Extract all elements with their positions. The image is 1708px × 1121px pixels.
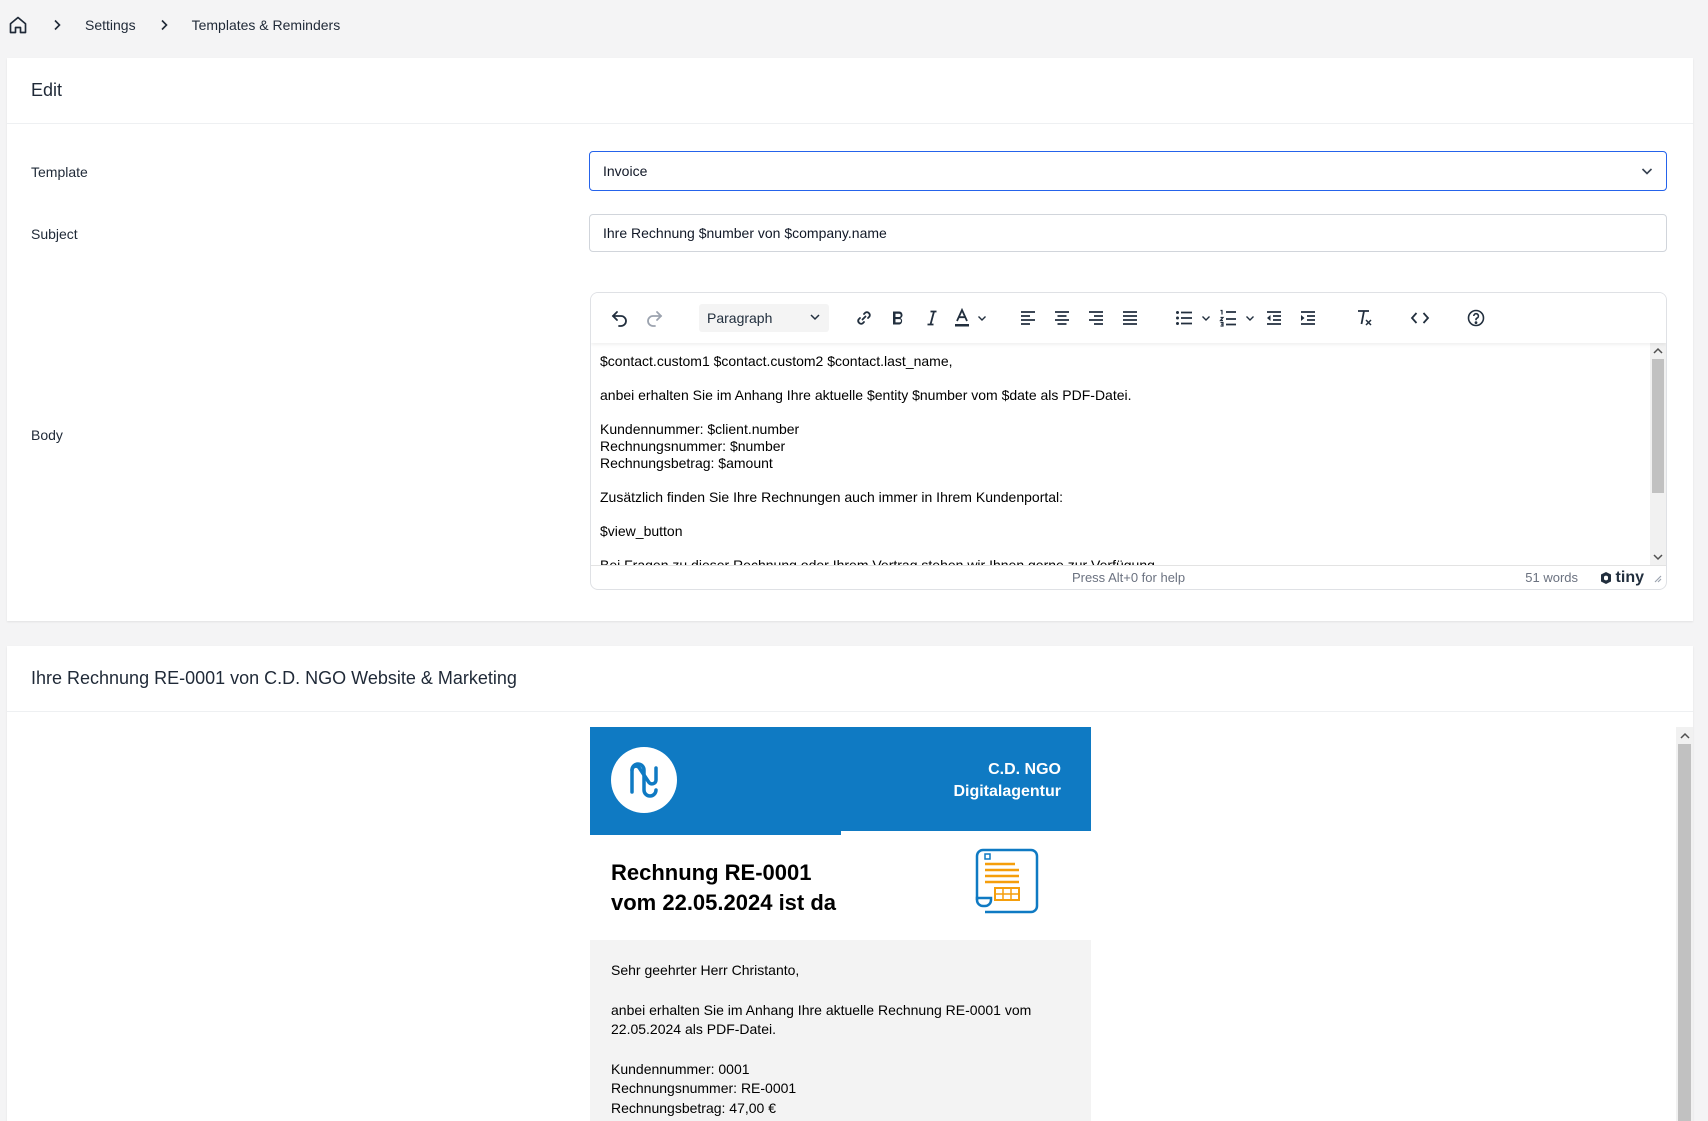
- template-label: Template: [31, 164, 88, 180]
- chevron-down-icon[interactable]: [1199, 313, 1213, 323]
- subject-input-value: Ihre Rechnung $number von $company.name: [603, 225, 887, 241]
- editor-line-amount: Rechnungsbetrag: $amount: [600, 455, 773, 471]
- link-icon[interactable]: [847, 301, 881, 335]
- justify-icon[interactable]: [1113, 301, 1147, 335]
- tiny-brand-text: tiny: [1615, 568, 1644, 586]
- email-heading: Rechnung RE-0001 vom 22.05.2024 ist da: [611, 858, 836, 918]
- email-company-name: C.D. NGO Digitalagentur: [953, 759, 1061, 803]
- bold-icon[interactable]: [881, 301, 915, 335]
- breadcrumb-templates-reminders[interactable]: Templates & Reminders: [192, 17, 341, 33]
- company-logo: [611, 747, 677, 813]
- email-salutation: Sehr geehrter Herr Christanto,: [611, 962, 800, 978]
- subject-label: Subject: [31, 226, 78, 242]
- editor-line-greeting: $contact.custom1 $contact.custom2 $conta…: [600, 353, 953, 369]
- email-heading-line1: Rechnung RE-0001: [611, 860, 812, 885]
- email-body: Sehr geehrter Herr Christanto, anbei erh…: [590, 940, 1091, 1121]
- preview-card: Ihre Rechnung RE-0001 von C.D. NGO Websi…: [7, 646, 1693, 1121]
- email-preview: C.D. NGO Digitalagentur Rechnung RE-0001…: [590, 727, 1091, 1121]
- word-count[interactable]: 51 words: [1525, 570, 1578, 585]
- align-center-icon[interactable]: [1045, 301, 1079, 335]
- email-header: C.D. NGO Digitalagentur: [590, 727, 1091, 835]
- edit-card: Edit Template Invoice Subject Ihre Rechn…: [7, 58, 1693, 621]
- resize-handle-icon[interactable]: [1652, 571, 1662, 586]
- text-color-icon[interactable]: [949, 301, 975, 335]
- email-client-number: Kundennummer: 0001: [611, 1060, 750, 1077]
- editor-line-portal: Zusätzlich finden Sie Ihre Rechnungen au…: [600, 489, 1064, 505]
- scroll-down-icon[interactable]: [1650, 549, 1666, 565]
- bullet-list-icon[interactable]: [1169, 301, 1199, 335]
- block-format-value: Paragraph: [707, 310, 773, 326]
- text-color-split-button[interactable]: [949, 301, 989, 335]
- editor-line-invoice-number: Rechnungsnummer: $number: [600, 438, 786, 454]
- undo-icon[interactable]: [603, 301, 637, 335]
- editor-content[interactable]: $contact.custom1 $contact.custom2 $conta…: [591, 343, 1650, 565]
- editor-line-questions: Bei Fragen zu dieser Rechnung oder Ihrem…: [600, 557, 1159, 565]
- scrollbar-thumb[interactable]: [1652, 359, 1664, 493]
- email-company-line2: Digitalagentur: [953, 783, 1061, 800]
- home-icon[interactable]: [7, 14, 29, 36]
- email-title-block: Rechnung RE-0001 vom 22.05.2024 ist da: [590, 835, 1091, 940]
- scroll-up-icon[interactable]: [1676, 727, 1693, 744]
- outdent-icon[interactable]: [1257, 301, 1291, 335]
- preview-card-title: Ihre Rechnung RE-0001 von C.D. NGO Websi…: [7, 646, 1693, 712]
- align-left-icon[interactable]: [1011, 301, 1045, 335]
- body-rich-text-editor: Paragraph $contact.custom1 $contact.cust…: [590, 292, 1667, 590]
- preview-scrollbar[interactable]: [1676, 727, 1693, 1121]
- indent-icon[interactable]: [1291, 301, 1325, 335]
- email-invoice-number: Rechnungsnummer: RE-0001: [611, 1080, 797, 1096]
- invoice-document-icon: [969, 844, 1047, 923]
- breadcrumb: Settings Templates & Reminders: [0, 0, 340, 50]
- chevron-down-icon[interactable]: [1243, 313, 1257, 323]
- numbered-list-icon[interactable]: [1213, 301, 1243, 335]
- chevron-down-icon: [809, 310, 821, 326]
- italic-icon[interactable]: [915, 301, 949, 335]
- subject-input[interactable]: Ihre Rechnung $number von $company.name: [589, 214, 1667, 252]
- redo-icon[interactable]: [637, 301, 671, 335]
- source-code-icon[interactable]: [1403, 301, 1437, 335]
- email-amount: Rechnungsbetrag: 47,00 €: [611, 1099, 777, 1116]
- template-select-value: Invoice: [603, 163, 648, 179]
- email-heading-line2: vom 22.05.2024 ist da: [611, 890, 837, 915]
- editor-line-view-button: $view_button: [600, 523, 683, 539]
- tiny-brand-link[interactable]: tiny: [1598, 569, 1644, 587]
- editor-statusbar: Press Alt+0 for help 51 words tiny: [591, 565, 1666, 589]
- clear-format-icon[interactable]: [1347, 301, 1381, 335]
- editor-toolbar: Paragraph: [591, 293, 1666, 343]
- tiny-logo-icon: [1600, 571, 1611, 584]
- numbered-list-split-button[interactable]: [1213, 301, 1257, 335]
- editor-line-intro: anbei erhalten Sie im Anhang Ihre aktuel…: [600, 387, 1132, 403]
- help-icon[interactable]: [1459, 301, 1493, 335]
- chevron-right-icon: [156, 17, 172, 33]
- email-intro: anbei erhalten Sie im Anhang Ihre aktuel…: [611, 1001, 1032, 1038]
- template-select[interactable]: Invoice: [589, 151, 1667, 191]
- chevron-down-icon[interactable]: [975, 313, 989, 323]
- editor-scrollbar[interactable]: [1650, 343, 1666, 565]
- editor-help-hint: Press Alt+0 for help: [1071, 570, 1186, 585]
- breadcrumb-settings[interactable]: Settings: [85, 17, 136, 33]
- scrollbar-thumb[interactable]: [1678, 744, 1691, 1121]
- scroll-up-icon[interactable]: [1650, 343, 1666, 359]
- align-right-icon[interactable]: [1079, 301, 1113, 335]
- editor-line-client-number: Kundennummer: $client.number: [600, 421, 800, 437]
- block-format-select[interactable]: Paragraph: [699, 304, 829, 332]
- chevron-right-icon: [49, 17, 65, 33]
- bullet-list-split-button[interactable]: [1169, 301, 1213, 335]
- edit-card-title: Edit: [7, 58, 1693, 124]
- chevron-down-icon: [1640, 164, 1654, 181]
- body-label: Body: [31, 427, 63, 443]
- email-company-line1: C.D. NGO: [988, 761, 1061, 778]
